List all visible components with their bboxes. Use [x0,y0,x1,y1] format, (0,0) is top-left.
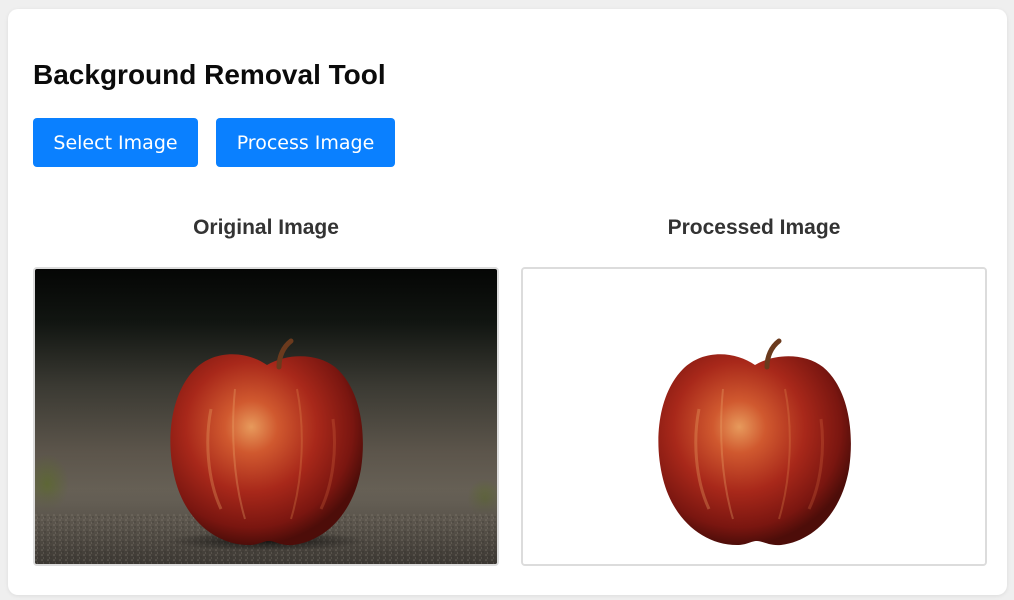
tool-card: Background Removal Tool Select Image Pro… [8,9,1007,595]
original-image-heading: Original Image [193,216,339,239]
processed-image-panel [521,267,987,566]
process-image-button[interactable]: Process Image [216,118,395,167]
page-title: Background Removal Tool [33,59,386,90]
select-image-button[interactable]: Select Image [33,118,198,167]
processed-image-heading: Processed Image [667,216,841,239]
processed-apple-image [523,269,985,564]
original-image-panel [33,267,499,566]
original-apple-image [35,269,497,564]
